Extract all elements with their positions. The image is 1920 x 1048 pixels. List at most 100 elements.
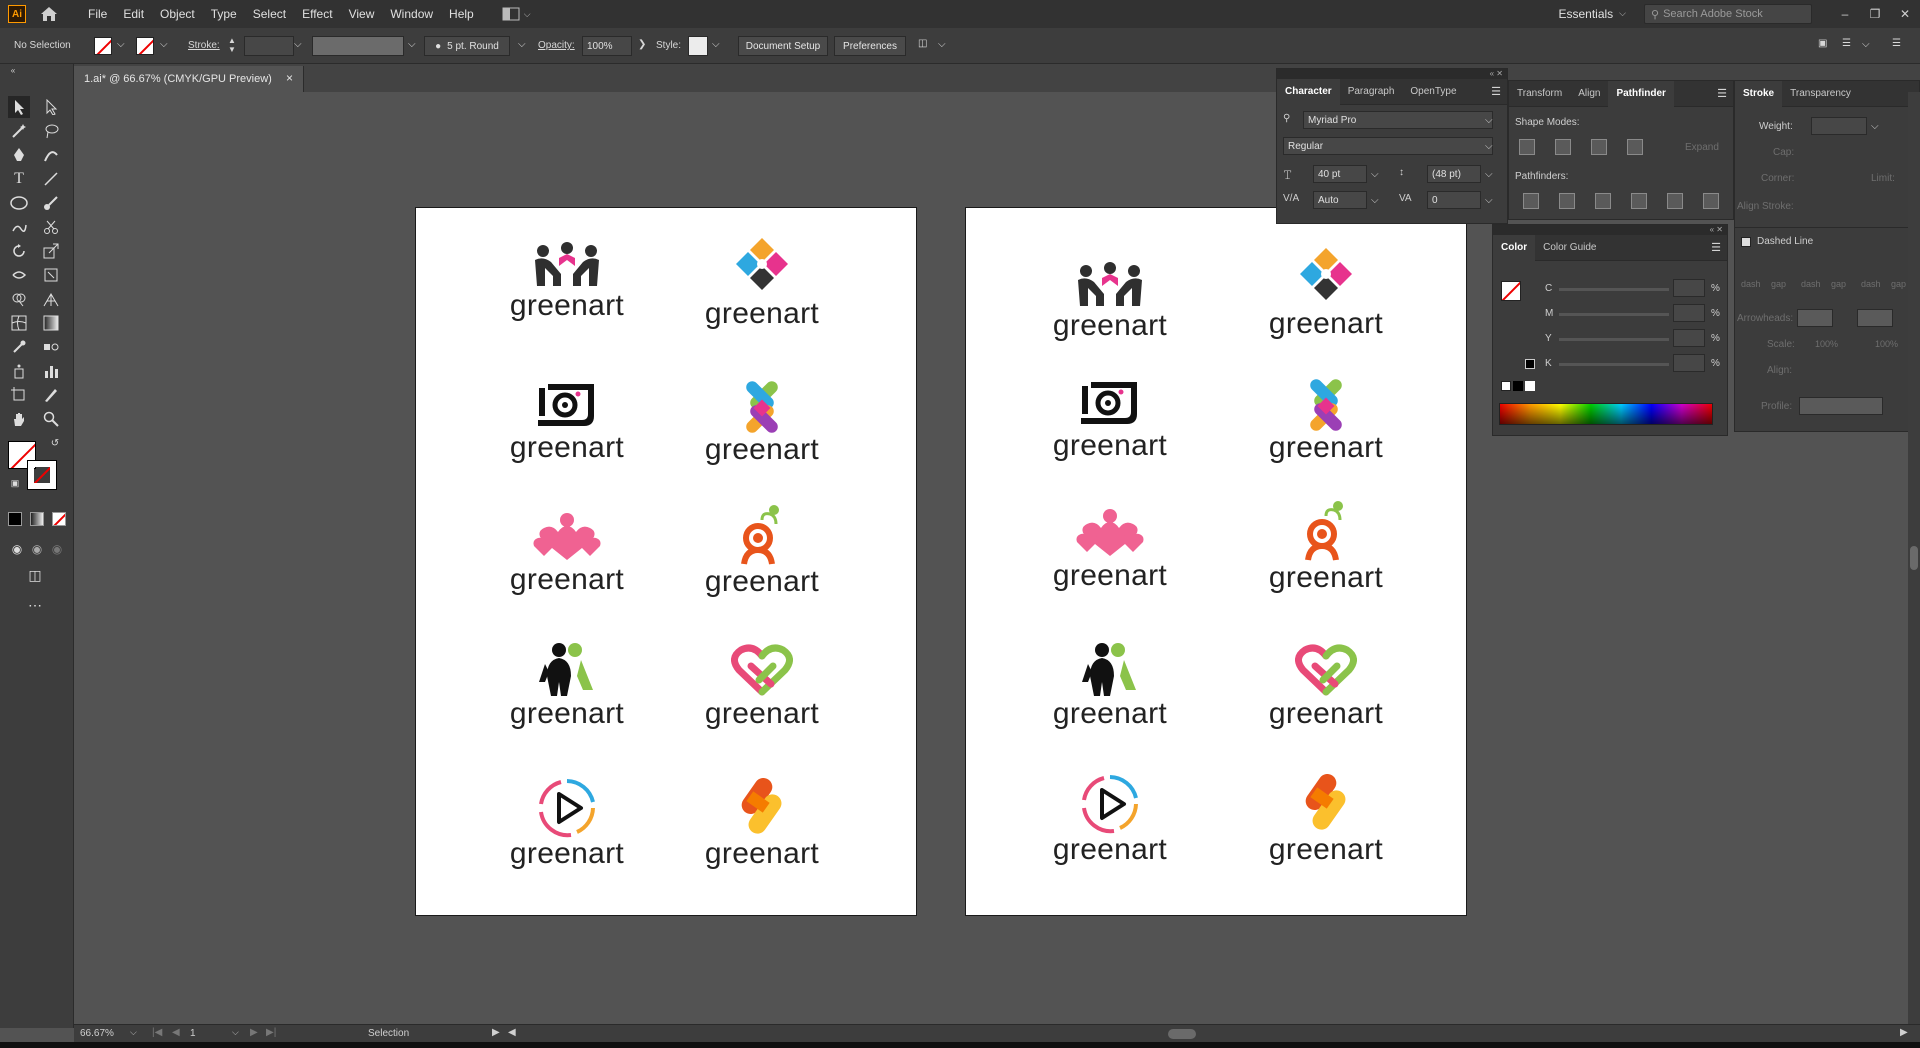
graphic-style-swatch[interactable] xyxy=(688,36,708,56)
menu-help[interactable]: Help xyxy=(441,7,482,21)
width-tool-icon[interactable] xyxy=(8,264,30,286)
panel-menu-icon[interactable]: ☰ xyxy=(1892,38,1901,49)
chevron-down-icon[interactable]: ⌵ xyxy=(1485,115,1493,126)
fill-swatch[interactable] xyxy=(94,37,112,55)
menu-object[interactable]: Object xyxy=(152,7,203,21)
tab-opentype[interactable]: OpenType xyxy=(1402,79,1464,105)
lasso-tool-icon[interactable] xyxy=(40,120,62,142)
stroke-weight-field[interactable] xyxy=(244,36,294,56)
vertical-scroll-thumb[interactable] xyxy=(1910,546,1918,570)
merge-icon[interactable] xyxy=(1595,193,1611,209)
chevron-down-icon[interactable]: ⌵ xyxy=(1371,169,1379,180)
document-tab[interactable]: 1.ai* @ 66.67% (CMYK/GPU Preview) × xyxy=(74,66,304,92)
font-size-field[interactable]: 40 pt xyxy=(1313,165,1367,183)
type-tool-icon[interactable]: T xyxy=(8,168,30,190)
menu-edit[interactable]: Edit xyxy=(115,7,152,21)
y-slider[interactable] xyxy=(1559,338,1669,341)
artboard-2[interactable]: greenart greenart greenart greenart gree… xyxy=(965,207,1467,916)
chevron-down-icon[interactable]: ⌵ xyxy=(294,39,302,50)
selection-tool-icon[interactable] xyxy=(8,96,30,118)
minimize-window-button[interactable]: – xyxy=(1830,7,1860,21)
tab-color[interactable]: Color xyxy=(1493,234,1536,261)
m-field[interactable] xyxy=(1673,304,1705,322)
document-setup-button[interactable]: Document Setup xyxy=(738,36,828,56)
color-fill-swatch[interactable] xyxy=(1501,281,1521,301)
opacity-field[interactable]: 100% xyxy=(582,36,632,56)
mesh-tool-icon[interactable] xyxy=(8,312,30,334)
scroll-right-icon[interactable]: ▶ xyxy=(1900,1027,1908,1038)
shape-builder-tool-icon[interactable] xyxy=(8,288,30,310)
stock-search-input[interactable]: ⚲ Search Adobe Stock xyxy=(1644,4,1812,24)
tab-color-guide[interactable]: Color Guide xyxy=(1535,235,1604,261)
none-mode-icon[interactable] xyxy=(52,512,66,526)
brush-definition[interactable]: ● 5 pt. Round xyxy=(424,36,510,56)
menu-file[interactable]: File xyxy=(80,7,115,21)
symbol-sprayer-tool-icon[interactable] xyxy=(8,360,30,382)
menu-type[interactable]: Type xyxy=(203,7,245,21)
preferences-button[interactable]: Preferences xyxy=(834,36,906,56)
font-style-field[interactable]: Regular xyxy=(1283,137,1493,155)
weight-field[interactable] xyxy=(1811,117,1867,135)
unite-icon[interactable] xyxy=(1519,139,1535,155)
menu-effect[interactable]: Effect xyxy=(294,7,340,21)
zoom-level[interactable]: 66.67% xyxy=(80,1028,114,1039)
k-slider[interactable] xyxy=(1559,363,1669,366)
blend-tool-icon[interactable] xyxy=(40,336,62,358)
draw-inside-icon[interactable]: ◉ xyxy=(46,538,68,560)
artboard-number[interactable]: 1 xyxy=(190,1028,196,1039)
arrange-documents-icon[interactable]: ◫ xyxy=(918,38,927,49)
color-mode-icon[interactable] xyxy=(8,512,22,526)
black-swatch[interactable] xyxy=(1525,359,1535,369)
chevron-down-icon[interactable]: ⌵ xyxy=(1371,195,1379,206)
minus-front-icon[interactable] xyxy=(1555,139,1571,155)
font-family-field[interactable]: Myriad Pro xyxy=(1303,111,1493,129)
c-slider[interactable] xyxy=(1559,288,1669,291)
panel-menu-icon[interactable]: ☰ xyxy=(1491,85,1501,98)
pen-tool-icon[interactable] xyxy=(8,144,30,166)
gradient-tool-icon[interactable] xyxy=(40,312,62,334)
menu-view[interactable]: View xyxy=(341,7,383,21)
collapse-toolbar-icon[interactable]: « xyxy=(2,64,24,76)
gradient-mode-icon[interactable] xyxy=(30,512,44,526)
last-artboard-icon[interactable]: ▶| xyxy=(266,1027,276,1038)
menu-window[interactable]: Window xyxy=(382,7,441,21)
draw-behind-icon[interactable]: ◉ xyxy=(26,538,48,560)
previous-artboard-icon[interactable]: ◀ xyxy=(172,1027,180,1038)
divide-icon[interactable] xyxy=(1523,193,1539,209)
menu-select[interactable]: Select xyxy=(245,7,294,21)
chevron-down-icon[interactable]: ⌵ xyxy=(518,39,526,50)
ellipse-tool-icon[interactable] xyxy=(8,192,30,214)
collapse-panel-icon[interactable]: « xyxy=(1490,69,1494,78)
hand-tool-icon[interactable] xyxy=(8,408,30,430)
align-icon[interactable]: ☰ xyxy=(1842,38,1851,49)
rotate-tool-icon[interactable] xyxy=(8,240,30,262)
tab-character[interactable]: Character xyxy=(1277,78,1340,105)
swap-fill-stroke-icon[interactable]: ↺ xyxy=(44,436,66,450)
close-panel-icon[interactable]: ✕ xyxy=(1496,69,1503,78)
dashed-line-checkbox[interactable] xyxy=(1741,237,1751,247)
curvature-tool-icon[interactable] xyxy=(40,144,62,166)
tab-paragraph[interactable]: Paragraph xyxy=(1340,79,1403,105)
first-artboard-icon[interactable]: |◀ xyxy=(152,1027,162,1038)
zoom-tool-icon[interactable] xyxy=(40,408,62,430)
chevron-down-icon[interactable]: ⌵ xyxy=(160,39,168,50)
white-swatch[interactable] xyxy=(1525,381,1535,391)
profile-select[interactable] xyxy=(1799,397,1883,415)
crop-icon[interactable] xyxy=(1631,193,1647,209)
artboard-tool-icon[interactable] xyxy=(8,384,30,406)
tab-transparency[interactable]: Transparency xyxy=(1782,81,1859,107)
default-fill-stroke-icon[interactable]: ▣ xyxy=(4,476,26,490)
draw-normal-icon[interactable]: ◉ xyxy=(6,538,28,560)
chevron-down-icon[interactable]: ⌵ xyxy=(1485,169,1493,180)
panel-menu-icon[interactable]: ☰ xyxy=(1711,241,1721,254)
scale-tool-icon[interactable] xyxy=(40,240,62,262)
chevron-down-icon[interactable]: ⌵ xyxy=(130,1027,137,1038)
y-field[interactable] xyxy=(1673,329,1705,347)
restore-window-button[interactable]: ❐ xyxy=(1860,7,1890,21)
black-swatch[interactable] xyxy=(1513,381,1523,391)
shaper-tool-icon[interactable] xyxy=(8,216,30,238)
status-menu-icon[interactable]: ▶ xyxy=(492,1027,500,1038)
column-graph-tool-icon[interactable] xyxy=(40,360,62,382)
outline-icon[interactable] xyxy=(1667,193,1683,209)
end-arrowhead-select[interactable] xyxy=(1857,309,1893,327)
